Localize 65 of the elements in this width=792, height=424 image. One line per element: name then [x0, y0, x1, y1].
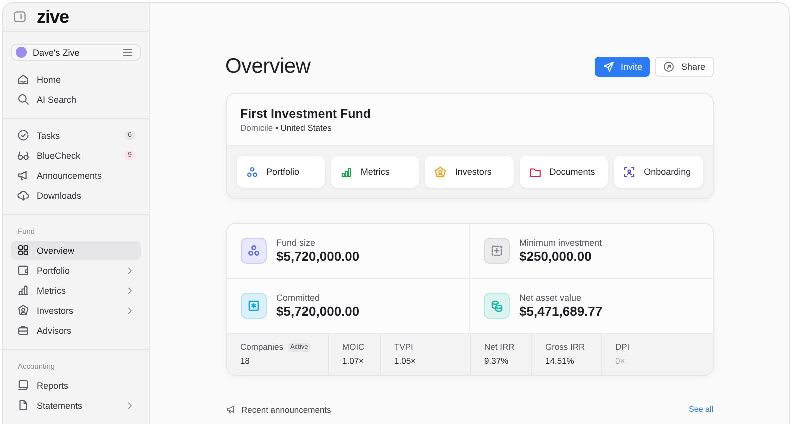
stat-label: Minimum investment [520, 238, 602, 248]
search-icon [17, 93, 30, 106]
nav-item[interactable]: Statements [11, 396, 141, 415]
share-icon [663, 61, 676, 73]
metric-label: TVPI [394, 342, 414, 352]
metric-value: 18 [240, 356, 251, 366]
stat-value: $5,720,000.00 [276, 249, 360, 264]
document-icon [17, 399, 30, 412]
home-icon [17, 73, 30, 86]
quick-link[interactable]: Metrics [330, 156, 420, 188]
metric-label: DPI [616, 342, 630, 352]
domicile-text: Domicile • United States [240, 123, 333, 133]
wallet-icon [17, 264, 30, 277]
nav-item[interactable]: AI Search [11, 90, 141, 109]
check-circle-icon [17, 129, 30, 142]
report-icon [17, 379, 30, 392]
nav-item[interactable]: Announcements [11, 166, 141, 185]
share-button[interactable]: Share [655, 57, 714, 77]
stat-label: Net asset value [520, 293, 583, 303]
nav-item[interactable]: Metrics [11, 281, 141, 300]
sidebar-toggle-icon[interactable] [13, 10, 27, 24]
nav-item[interactable]: Investors [11, 301, 141, 320]
workspace-selector[interactable]: Dave's Zive [11, 44, 141, 61]
metric-label: Companies [240, 342, 284, 352]
nav-item[interactable]: Portfolio [11, 261, 141, 280]
see-all-link[interactable]: See all [689, 405, 714, 414]
logo: zive [37, 6, 70, 28]
briefcase-icon [17, 324, 30, 337]
nav-item[interactable]: Overview [11, 241, 141, 260]
stat-value: $250,000.00 [520, 249, 593, 264]
send-icon [602, 61, 615, 73]
nav-item[interactable]: Home [11, 70, 141, 89]
section-title: Recent announcements [242, 404, 332, 414]
metric-label: Gross IRR [546, 342, 586, 352]
bar-chart-icon [17, 284, 30, 297]
metric-value: 14.51% [546, 356, 576, 366]
quick-link[interactable]: Onboarding [614, 156, 703, 188]
stat-value: $5,720,000.00 [276, 304, 360, 319]
quick-link[interactable]: Documents [520, 156, 608, 188]
metric-value: 1.07× [342, 356, 366, 366]
quick-link[interactable]: Investors [425, 156, 514, 188]
workspace-name: Dave's Zive [33, 48, 81, 58]
metric-label: MOIC [342, 342, 365, 352]
menu-icon [122, 46, 134, 59]
metric-value: 9.37% [484, 356, 510, 366]
stat-value: $5,471,689.77 [520, 304, 603, 319]
grid-icon [17, 244, 30, 257]
fund-name: First Investment Fund [240, 107, 372, 121]
metric-label: Net IRR [484, 342, 515, 352]
stat-label: Committed [276, 293, 322, 303]
quick-link[interactable]: Portfolio [236, 156, 325, 188]
nav-item[interactable]: Reports [11, 376, 141, 395]
user-badge-icon [17, 304, 30, 317]
glasses-icon [17, 149, 30, 162]
nav-item[interactable]: Downloads [11, 186, 141, 205]
avatar [16, 47, 27, 58]
stat-label: Fund size [276, 238, 317, 248]
megaphone-icon [226, 404, 236, 415]
download-icon [17, 189, 30, 202]
nav-item[interactable]: Advisors [11, 321, 141, 340]
metric-value: 0× [616, 356, 626, 366]
page-title: Overview [226, 55, 311, 79]
invite-button[interactable]: Invite [594, 57, 650, 77]
megaphone-icon [17, 169, 30, 182]
metric-value: 1.05× [394, 356, 418, 366]
